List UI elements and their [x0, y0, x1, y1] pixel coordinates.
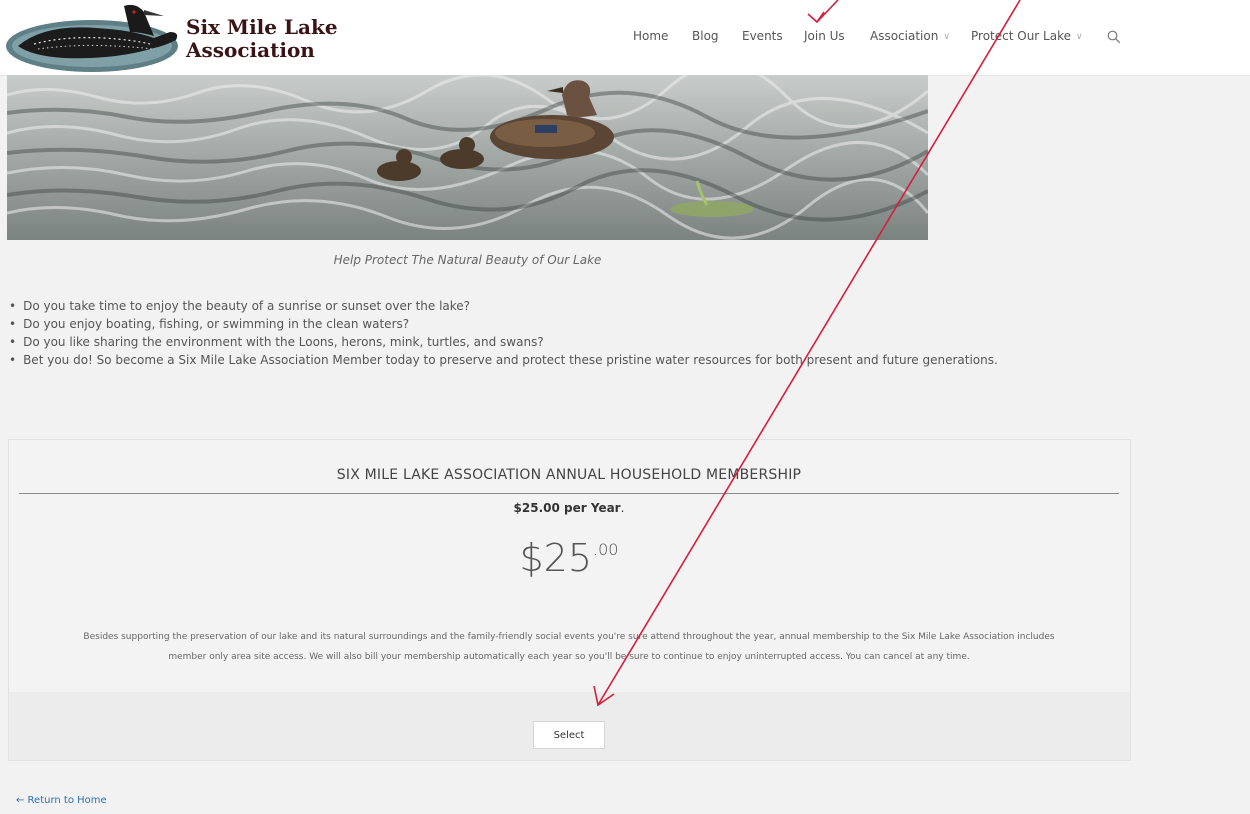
nav-events[interactable]: Events	[742, 29, 783, 43]
nav-protect-our-lake[interactable]: Protect Our Lake ∨	[971, 29, 1083, 43]
list-item: Bet you do! So become a Six Mile Lake As…	[9, 351, 998, 369]
list-item: Do you enjoy boating, fishing, or swimmi…	[9, 315, 998, 333]
membership-plan-card: SIX MILE LAKE ASSOCIATION ANNUAL HOUSEHO…	[8, 439, 1131, 761]
hero-image	[7, 75, 928, 240]
price-whole: $25	[519, 536, 593, 580]
plan-action-area: Select	[9, 692, 1130, 760]
logo-line1: Six Mile Lake	[186, 15, 338, 39]
price-summary-period: .	[620, 501, 625, 515]
loon-logo-icon	[6, 4, 178, 72]
plan-title: SIX MILE LAKE ASSOCIATION ANNUAL HOUSEHO…	[336, 467, 802, 483]
plan-description-line1: Besides supporting the preservation of o…	[83, 632, 1055, 642]
nav-home[interactable]: Home	[633, 29, 668, 43]
site-header: Six Mile Lake Association Home Blog Even…	[0, 0, 1250, 76]
price-display: $25.00	[19, 536, 1119, 580]
plan-divider	[19, 493, 1119, 494]
price-summary: $25.00 per Year.	[19, 501, 1119, 515]
chevron-down-icon: ∨	[1075, 32, 1083, 42]
list-item: Do you like sharing the environment with…	[9, 333, 998, 351]
price-summary-text: $25.00 per Year	[513, 501, 621, 515]
logo-line2: Association	[186, 38, 315, 62]
logo-text: Six Mile Lake Association	[186, 16, 338, 62]
return-to-home-link[interactable]: ← Return to Home	[16, 795, 107, 806]
intro-bullet-list: Do you take time to enjoy the beauty of …	[9, 297, 998, 369]
select-plan-button[interactable]: Select	[533, 721, 605, 749]
nav-association[interactable]: Association ∨	[870, 29, 950, 43]
site-logo[interactable]: Six Mile Lake Association	[4, 2, 344, 74]
nav-join-us[interactable]: Join Us	[804, 29, 845, 43]
plan-description: Besides supporting the preservation of o…	[21, 627, 1117, 667]
ducks-on-lake-image	[7, 75, 928, 240]
nav-blog[interactable]: Blog	[692, 29, 719, 43]
list-item: Do you take time to enjoy the beauty of …	[9, 297, 998, 315]
plan-description-line2: member only area site access. We will al…	[168, 652, 970, 662]
search-icon[interactable]	[1107, 29, 1121, 48]
chevron-down-icon: ∨	[943, 32, 950, 42]
price-cents: .00	[593, 540, 619, 559]
nav-association-label: Association	[870, 29, 939, 43]
nav-protect-our-lake-label: Protect Our Lake	[971, 29, 1071, 43]
hero-caption: Help Protect The Natural Beauty of Our L…	[333, 253, 602, 267]
